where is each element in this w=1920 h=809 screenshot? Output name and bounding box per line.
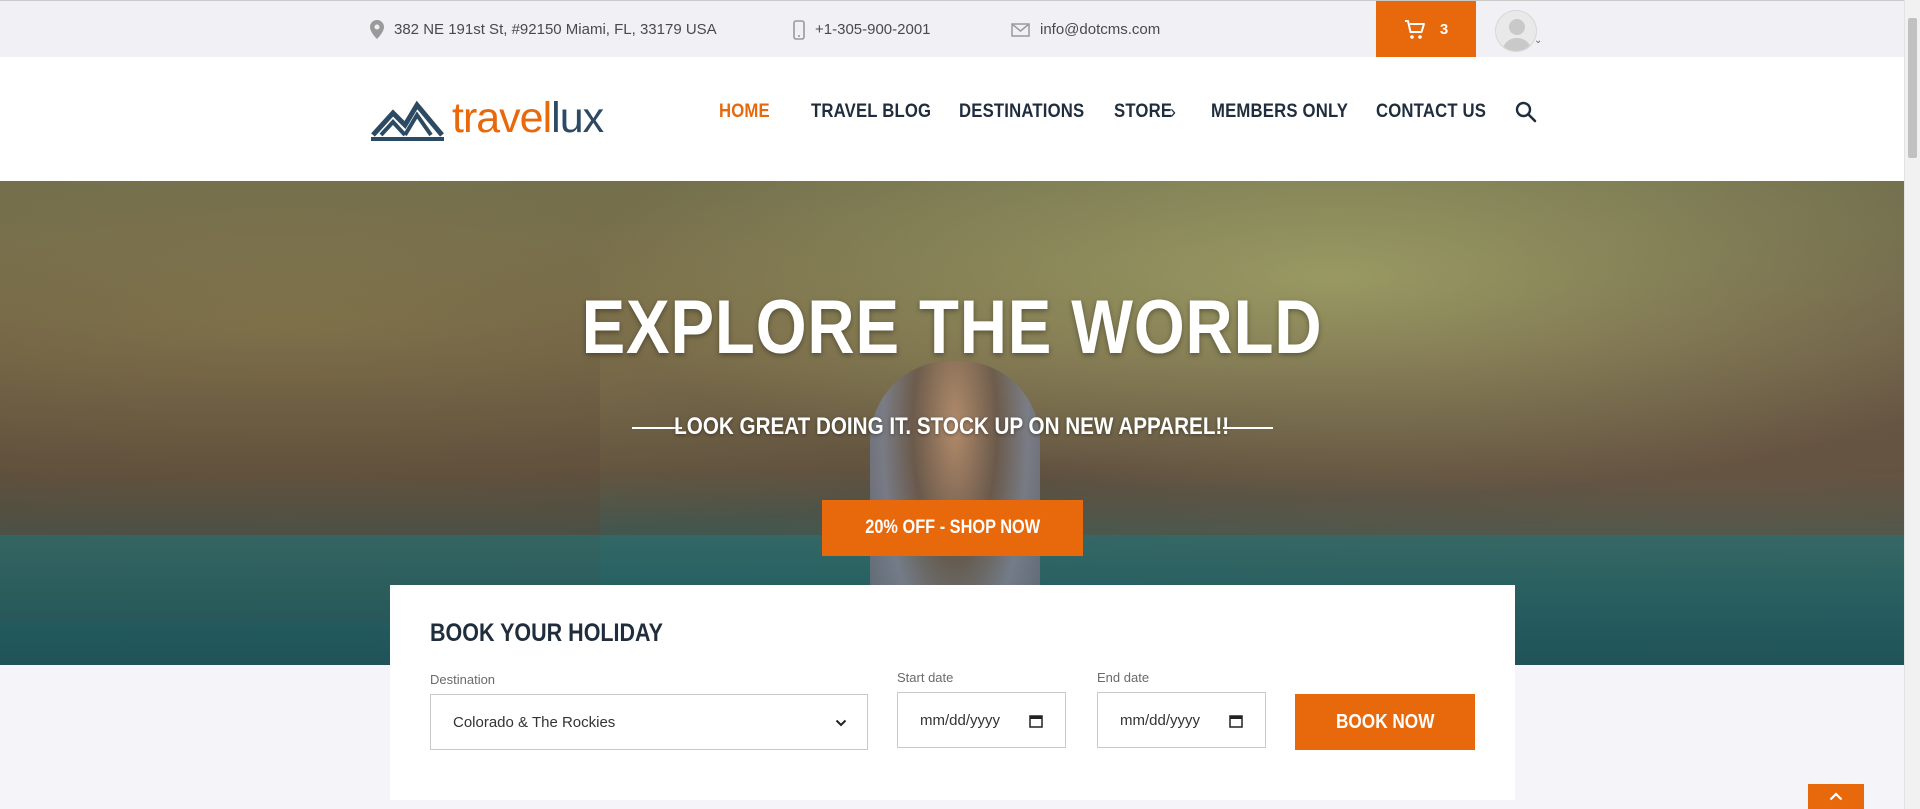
booking-form: BOOK YOUR HOLIDAY Destination Colorado &…	[390, 585, 1515, 800]
hero-subtitle: LOOK GREAT DOING IT. STOCK UP ON NEW APP…	[674, 413, 1230, 440]
nav-item-contact-us[interactable]: CONTACT US	[1376, 101, 1486, 123]
destination-select[interactable]: Colorado & The Rockies	[430, 694, 868, 750]
main-nav: HOME TRAVEL BLOG DESTINATIONS STORE › ME…	[0, 57, 1904, 167]
cart-button[interactable]: 3	[1376, 1, 1476, 58]
nav-item-destinations[interactable]: DESTINATIONS	[959, 101, 1084, 123]
chevron-up-icon	[1829, 792, 1843, 801]
end-date-placeholder: mm/dd/yyyy	[1120, 711, 1201, 729]
envelope-icon	[1011, 22, 1030, 37]
nav-item-store[interactable]: STORE	[1114, 101, 1172, 123]
main-header: travellux HOME TRAVEL BLOG DESTINATIONS …	[0, 57, 1904, 181]
back-to-top-button[interactable]	[1808, 784, 1864, 809]
phone-info[interactable]: +1-305-900-2001	[793, 1, 931, 58]
mobile-phone-icon	[793, 19, 805, 40]
start-date-label: Start date	[897, 670, 954, 685]
shop-now-button[interactable]: 20% OFF - SHOP NOW	[822, 500, 1083, 556]
start-date-input[interactable]: mm/dd/yyyy	[897, 692, 1066, 748]
chevron-right-icon[interactable]: ›	[1170, 102, 1176, 123]
phone-text[interactable]: +1-305-900-2001	[815, 21, 931, 38]
chevron-down-icon	[835, 719, 847, 727]
email-info[interactable]: info@dotcms.com	[1011, 1, 1160, 58]
destination-value: Colorado & The Rockies	[453, 713, 616, 731]
calendar-icon[interactable]	[1029, 714, 1043, 728]
nav-item-members-only[interactable]: MEMBERS ONLY	[1211, 101, 1348, 123]
avatar[interactable]	[1495, 10, 1537, 52]
search-icon[interactable]	[1515, 101, 1537, 128]
chevron-down-icon[interactable]: ⌄	[1534, 35, 1542, 46]
email-text[interactable]: info@dotcms.com	[1040, 21, 1160, 38]
end-date-label: End date	[1097, 670, 1150, 685]
hero-divider-right	[1223, 427, 1273, 429]
start-date-placeholder: mm/dd/yyyy	[920, 711, 1001, 729]
top-info-bar: 382 NE 191st St, #92150 Miami, FL, 33179…	[0, 0, 1904, 58]
nav-item-travel-blog[interactable]: TRAVEL BLOG	[811, 101, 931, 123]
cart-count: 3	[1439, 21, 1449, 38]
end-date-input[interactable]: mm/dd/yyyy	[1097, 692, 1266, 748]
location-pin-icon	[370, 20, 384, 39]
address-info: 382 NE 191st St, #92150 Miami, FL, 33179…	[370, 1, 717, 58]
page-scrollbar[interactable]	[1904, 0, 1920, 809]
hero-title: EXPLORE THE WORLD	[581, 285, 1323, 370]
booking-title: BOOK YOUR HOLIDAY	[430, 619, 663, 647]
calendar-icon[interactable]	[1229, 714, 1243, 728]
book-now-button[interactable]: BOOK NOW	[1295, 694, 1475, 750]
cart-icon	[1404, 19, 1425, 39]
nav-item-home[interactable]: HOME	[719, 101, 770, 123]
address-text: 382 NE 191st St, #92150 Miami, FL, 33179…	[394, 21, 717, 38]
destination-label: Destination	[430, 672, 496, 687]
avatar-icon	[1502, 19, 1532, 51]
scrollbar-thumb[interactable]	[1908, 18, 1917, 158]
